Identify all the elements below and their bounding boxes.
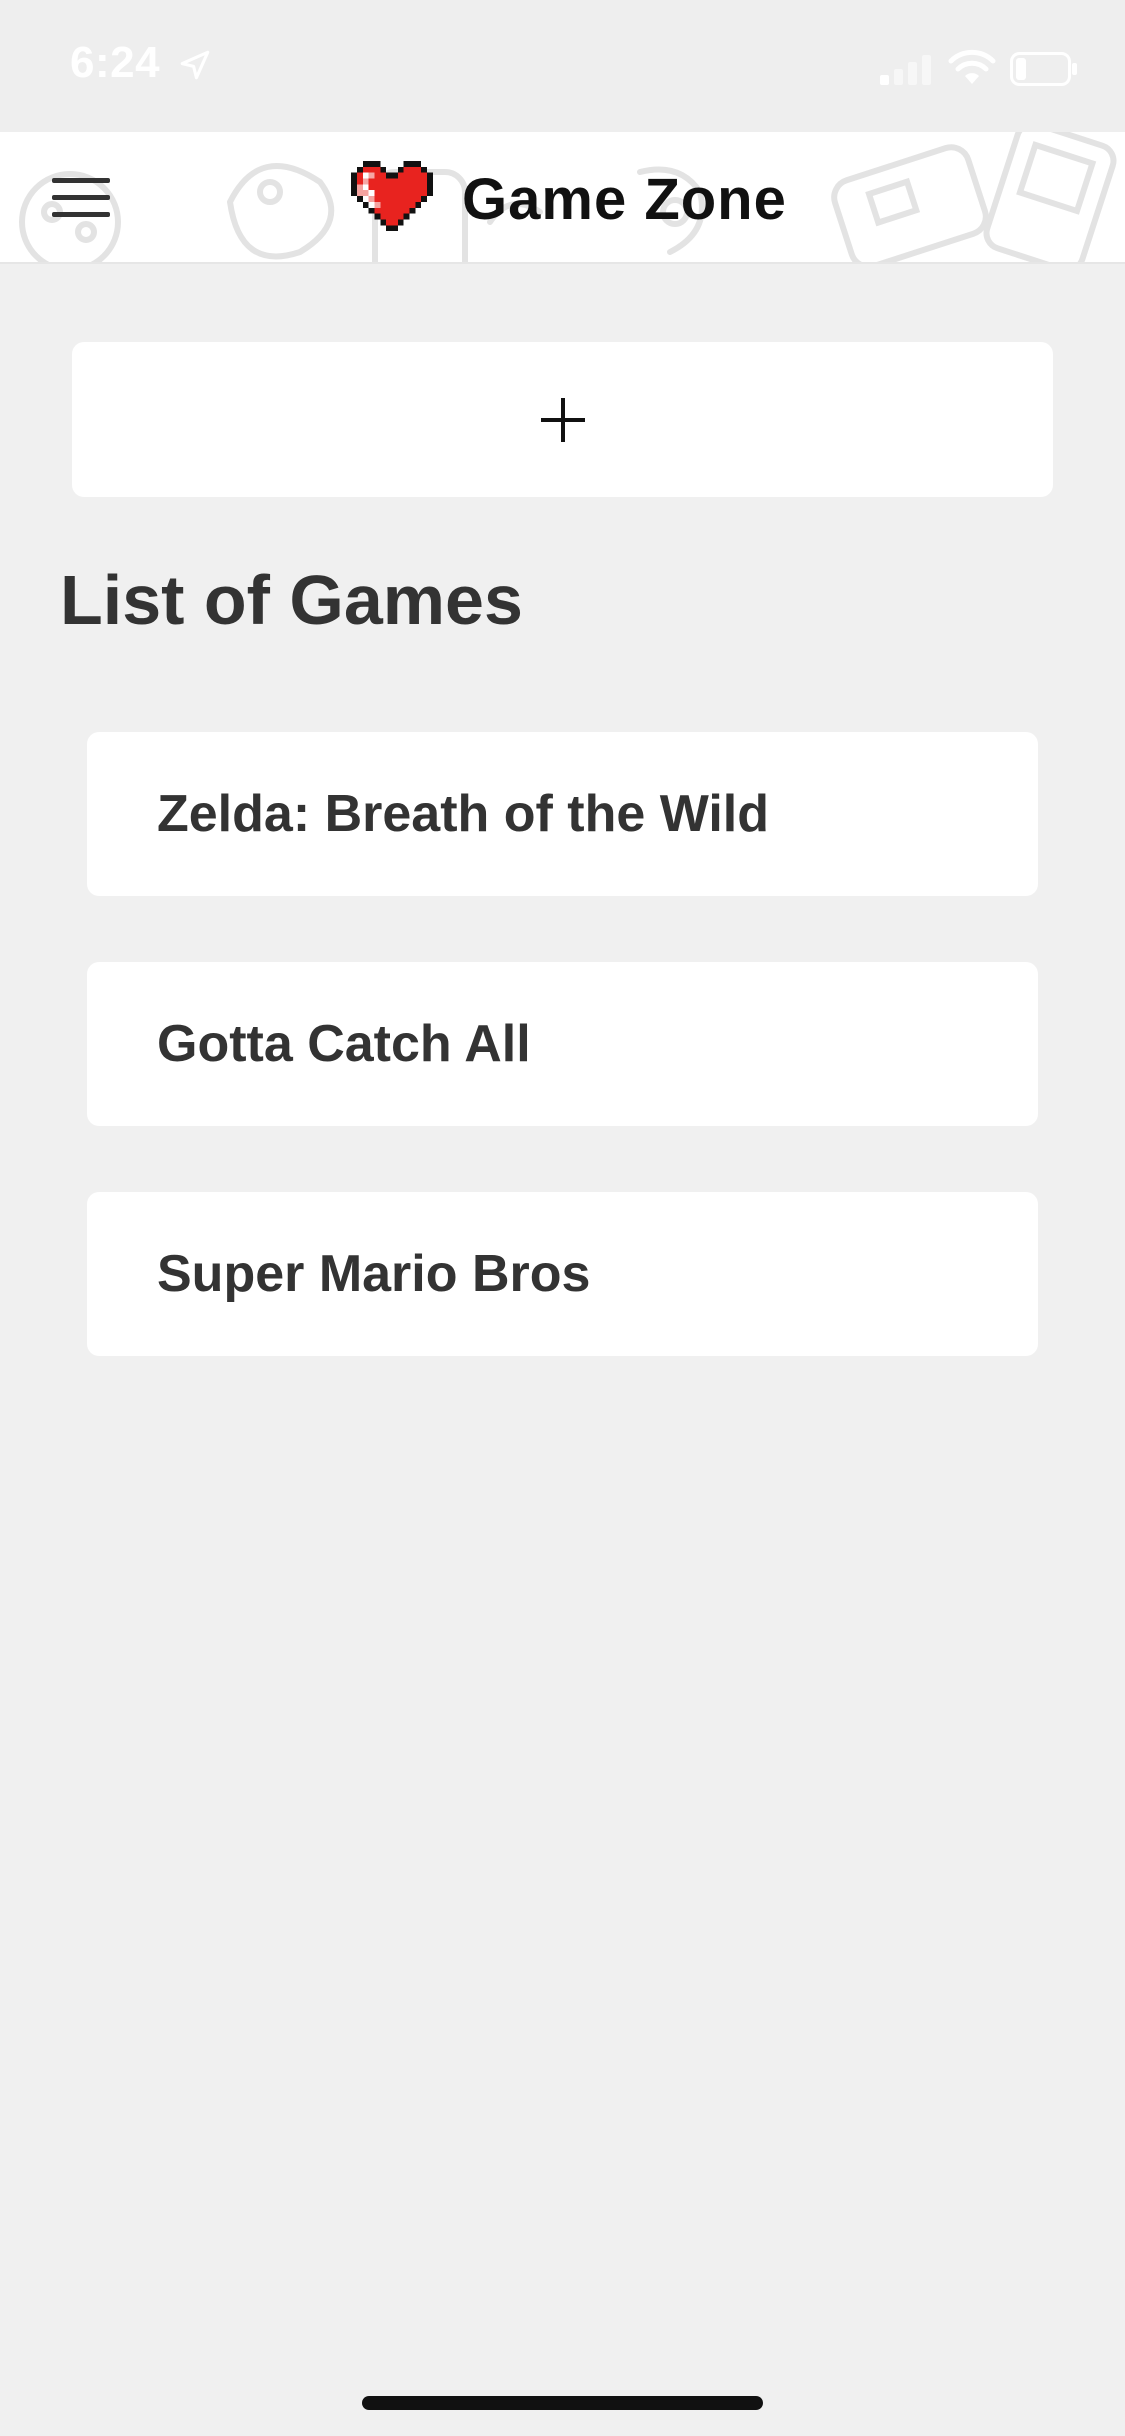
app-screen: 6:24 Game Zone List of Games Zelda: Brea… (0, 0, 1125, 2436)
plus-icon (540, 397, 585, 442)
game-title: Super Mario Bros (157, 1245, 591, 1303)
wifi-icon (948, 49, 996, 84)
status-time: 6:24 (70, 38, 161, 87)
hamburger-menu-icon (52, 178, 110, 217)
brand: Game Zone (350, 154, 787, 244)
game-title: Gotta Catch All (157, 1015, 531, 1073)
app-header: Game Zone (0, 132, 1125, 264)
location-arrow-icon (180, 50, 210, 80)
game-list: Zelda: Breath of the Wild Gotta Catch Al… (87, 732, 1038, 1422)
menu-button[interactable] (40, 164, 122, 232)
pixel-heart-icon (351, 161, 433, 232)
section-title: List of Games (60, 561, 523, 639)
game-list-item[interactable]: Super Mario Bros (87, 1192, 1038, 1356)
home-indicator[interactable] (362, 2396, 763, 2410)
add-game-button[interactable] (72, 342, 1053, 497)
game-list-item[interactable]: Gotta Catch All (87, 962, 1038, 1126)
game-list-item[interactable]: Zelda: Breath of the Wild (87, 732, 1038, 896)
battery-icon (1010, 52, 1077, 86)
status-bar: 6:24 (0, 0, 1125, 132)
app-title: Game Zone (462, 166, 787, 232)
game-title: Zelda: Breath of the Wild (157, 785, 769, 843)
cellular-signal-icon (880, 55, 931, 85)
